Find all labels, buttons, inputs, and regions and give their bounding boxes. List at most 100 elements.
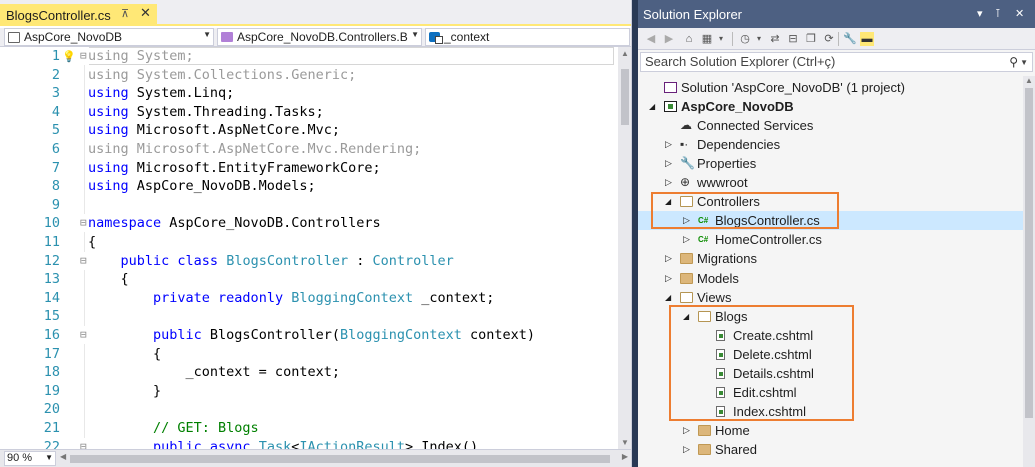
- code-token: BloggingContext: [283, 289, 414, 306]
- tree-node-connected-services[interactable]: ☁ Connected Services: [638, 116, 1023, 135]
- project-dropdown[interactable]: AspCore_NovoDB ▼: [4, 28, 214, 46]
- code-line[interactable]: 4 using System.Threading.Tasks;: [0, 103, 618, 121]
- tree-node-project[interactable]: ◢ AspCore_NovoDB: [638, 97, 1023, 116]
- auto-hide-pin-icon[interactable]: ⊺: [995, 7, 1001, 20]
- show-all-files-icon[interactable]: ❐: [804, 32, 818, 46]
- expand-arrow-icon[interactable]: ▷: [665, 269, 672, 288]
- scroll-right-icon[interactable]: ▶: [622, 452, 628, 461]
- scroll-left-icon[interactable]: ◀: [60, 452, 66, 461]
- code-line[interactable]: 14 private readonly BloggingContext _con…: [0, 289, 618, 307]
- code-line[interactable]: 3 using System.Linq;: [0, 84, 618, 102]
- class-dropdown[interactable]: AspCore_NovoDB.Controllers.B ▼: [217, 28, 422, 46]
- chevron-down-icon[interactable]: ▼: [1020, 54, 1028, 72]
- scroll-up-icon[interactable]: ▲: [1025, 76, 1033, 85]
- code-line[interactable]: 22 ⊟ public async Task<IActionResult> Ind…: [0, 437, 618, 449]
- code-line[interactable]: 9: [0, 196, 618, 214]
- line-number: 8: [51, 178, 60, 195]
- chevron-down-icon[interactable]: ▾: [752, 32, 766, 46]
- tree-node-properties[interactable]: ▷ 🔧 Properties: [638, 154, 1023, 173]
- code-editor[interactable]: BlogsController.cs ⊼ ✕ AspCore_NovoDB ▼ …: [0, 0, 632, 467]
- lightbulb-icon[interactable]: 💡: [62, 48, 76, 66]
- expand-arrow-icon[interactable]: ▷: [665, 249, 672, 268]
- forward-icon[interactable]: ▶: [662, 32, 676, 46]
- expand-arrow-icon[interactable]: ▷: [665, 154, 672, 173]
- code-token: System.Threading.Tasks;: [128, 103, 324, 120]
- code-text-area[interactable]: 💡 1 ⊟ using System; 2 using System.Collection…: [0, 47, 618, 449]
- code-line[interactable]: 21 // GET: Blogs: [0, 419, 618, 437]
- expand-arrow-icon[interactable]: ▷: [683, 421, 690, 440]
- tree-node-views[interactable]: ◢ Views: [638, 288, 1023, 307]
- tree-node-label: HomeController.cs: [715, 232, 822, 248]
- scroll-down-icon[interactable]: ▼: [621, 438, 629, 447]
- collapse-all-icon[interactable]: ⊟: [786, 32, 800, 46]
- code-line[interactable]: 💡 1 ⊟ using System;: [0, 47, 618, 65]
- expand-arrow-icon[interactable]: ▷: [683, 230, 690, 249]
- scroll-up-icon[interactable]: ▲: [621, 49, 629, 58]
- refresh-icon[interactable]: ⟳: [822, 32, 836, 46]
- zoom-dropdown[interactable]: 90 % ▼: [4, 451, 56, 466]
- code-line[interactable]: 15: [0, 307, 618, 325]
- folder-icon: [680, 272, 693, 284]
- tree-node-models[interactable]: ▷ Models: [638, 269, 1023, 288]
- tree-node-label: Migrations: [697, 251, 757, 267]
- code-line[interactable]: 18 _context = context;: [0, 363, 618, 381]
- code-token: using: [88, 122, 129, 139]
- home-icon[interactable]: ⌂: [682, 32, 696, 46]
- scroll-thumb[interactable]: [1025, 88, 1033, 418]
- code-token: using: [88, 178, 129, 195]
- code-line[interactable]: 19 }: [0, 382, 618, 400]
- code-line[interactable]: 6 using Microsoft.AspNetCore.Mvc.Renderin…: [0, 140, 618, 158]
- tree-node-label: AspCore_NovoDB: [681, 99, 794, 115]
- code-token: using: [88, 103, 129, 120]
- tree-node-home[interactable]: ▷ Home: [638, 421, 1023, 440]
- code-line[interactable]: 8 using AspCore_NovoDB.Models;: [0, 177, 618, 195]
- tree-node-migrations[interactable]: ▷ Migrations: [638, 249, 1023, 268]
- code-line[interactable]: 12 ⊟ public class BlogsController : Contr…: [0, 251, 618, 270]
- code-token: context): [461, 327, 536, 343]
- back-icon[interactable]: ◀: [644, 32, 658, 46]
- code-line[interactable]: 20: [0, 400, 618, 418]
- line-number: 21: [43, 420, 60, 436]
- code-line[interactable]: 10 ⊟ namespace AspCore_NovoDB.Controllers: [0, 214, 618, 233]
- code-line[interactable]: 7 using Microsoft.EntityFrameworkCore;: [0, 159, 618, 177]
- member-dropdown[interactable]: _context: [425, 28, 630, 46]
- document-tab-blogscontroller[interactable]: BlogsController.cs ⊼ ✕: [0, 4, 157, 26]
- code-line[interactable]: 16 ⊟ public BlogsController(BloggingConte…: [0, 326, 618, 344]
- tree-node-shared[interactable]: ▷ Shared: [638, 440, 1023, 459]
- close-tab-icon[interactable]: ✕: [140, 5, 151, 21]
- editor-horizontal-scrollbar[interactable]: ◀ ▶: [60, 452, 628, 465]
- properties-wrench-icon[interactable]: 🔧: [843, 32, 857, 46]
- preview-selected-items-icon[interactable]: ▬: [860, 32, 874, 46]
- expand-arrow-icon[interactable]: ▷: [683, 440, 690, 459]
- line-number: 5: [51, 122, 60, 139]
- switch-views-icon[interactable]: ▦: [700, 32, 714, 46]
- editor-vertical-scrollbar[interactable]: ▲ ▼: [618, 47, 631, 449]
- code-line[interactable]: 2 using System.Collections.Generic;: [0, 66, 618, 84]
- tree-node-solution[interactable]: Solution 'AspCore_NovoDB' (1 project): [638, 78, 1023, 97]
- code-line[interactable]: 11 {: [0, 233, 618, 251]
- code-token: Task: [250, 438, 292, 449]
- tree-node-home-controller[interactable]: ▷ C# HomeController.cs: [638, 230, 1023, 249]
- code-line[interactable]: 5 using Microsoft.AspNetCore.Mvc;: [0, 121, 618, 139]
- search-icon[interactable]: ⚲: [1009, 53, 1018, 71]
- solution-explorer-scrollbar[interactable]: ▲: [1023, 76, 1035, 467]
- chevron-down-icon[interactable]: ▾: [714, 32, 728, 46]
- collapse-arrow-icon[interactable]: ◢: [649, 97, 655, 116]
- close-panel-icon[interactable]: ✕: [1015, 7, 1024, 20]
- code-line[interactable]: 17 {: [0, 345, 618, 363]
- code-line[interactable]: 13 {: [0, 270, 618, 288]
- sync-with-document-icon[interactable]: ⇄: [768, 32, 782, 46]
- document-tab-strip: BlogsController.cs ⊼ ✕: [0, 0, 631, 26]
- scroll-thumb[interactable]: [70, 455, 610, 463]
- expand-arrow-icon[interactable]: ▷: [665, 173, 672, 192]
- expand-arrow-icon[interactable]: ▷: [665, 135, 672, 154]
- pin-tab-icon[interactable]: ⊼: [121, 7, 129, 20]
- tree-node-wwwroot[interactable]: ▷ ⊕ wwwroot: [638, 173, 1023, 192]
- solution-search-input[interactable]: Search Solution Explorer (Ctrl+ç) ⚲ ▼: [640, 52, 1033, 72]
- line-number: 18: [43, 364, 60, 381]
- pending-changes-filter-icon[interactable]: ◷: [738, 32, 752, 46]
- scroll-thumb[interactable]: [621, 69, 629, 125]
- collapse-arrow-icon[interactable]: ◢: [665, 288, 671, 307]
- tree-node-dependencies[interactable]: ▷ ▪· Dependencies: [638, 135, 1023, 154]
- window-position-dropdown-icon[interactable]: ▾: [977, 7, 983, 20]
